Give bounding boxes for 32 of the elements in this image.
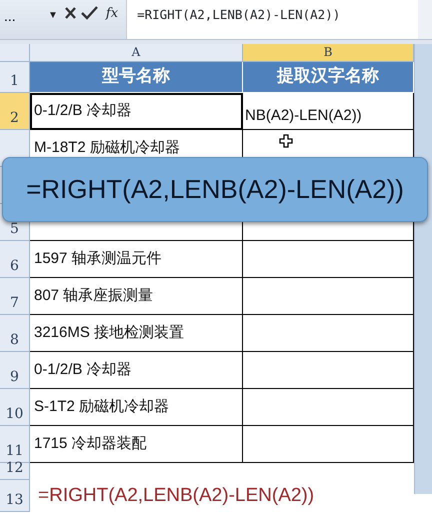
row-header[interactable]: 2 bbox=[0, 93, 30, 130]
row-header[interactable]: 13 bbox=[0, 480, 30, 512]
column-title: 提取汉字名称 bbox=[243, 62, 414, 93]
insert-function-button[interactable]: fx bbox=[104, 4, 120, 39]
row-header[interactable]: 9 bbox=[0, 352, 30, 389]
row-header[interactable]: 6 bbox=[0, 241, 30, 278]
table-cell[interactable]: 0-1/2/B 冷却器 bbox=[30, 93, 243, 130]
cross-cursor-icon bbox=[279, 134, 293, 148]
row-header[interactable]: 10 bbox=[0, 389, 30, 426]
table-cell: S-1T2 励磁机冷却器 bbox=[30, 389, 243, 426]
note-text: =RIGHT(A2,LENB(A2)-LEN(A2)) bbox=[37, 484, 316, 508]
table-cell: 807 轴承座振测量 bbox=[30, 278, 243, 315]
select-all-corner[interactable] bbox=[0, 44, 30, 62]
name-box[interactable]: ... bbox=[0, 0, 48, 39]
formula-tooltip: =RIGHT(A2,LENB(A2)-LEN(A2)) bbox=[2, 157, 428, 222]
row-header[interactable]: 12 bbox=[0, 463, 30, 480]
row-header[interactable]: 11 bbox=[0, 426, 30, 463]
table-cell: 3216MS 接地检测装置 bbox=[30, 315, 243, 352]
table-cell: 1597 轴承测温元件 bbox=[30, 241, 243, 278]
row-header[interactable]: 1 bbox=[0, 62, 30, 93]
column-header[interactable]: A bbox=[30, 44, 243, 62]
column-title: 型号名称 bbox=[30, 62, 243, 93]
cancel-icon[interactable] bbox=[64, 6, 76, 20]
row-header[interactable]: 7 bbox=[0, 278, 30, 315]
scrollbar[interactable] bbox=[418, 0, 432, 39]
check-icon[interactable] bbox=[81, 6, 98, 20]
dropdown-caret[interactable]: ▼ bbox=[48, 8, 58, 39]
table-cell: 1715 冷却器装配 bbox=[30, 426, 243, 463]
table-cell: 0-1/2/B 冷却器 bbox=[30, 352, 243, 389]
formula-input[interactable]: =RIGHT(A2,LENB(A2)-LEN(A2)) bbox=[126, 0, 418, 39]
column-header[interactable]: B bbox=[243, 44, 414, 62]
row-header[interactable]: 8 bbox=[0, 315, 30, 352]
